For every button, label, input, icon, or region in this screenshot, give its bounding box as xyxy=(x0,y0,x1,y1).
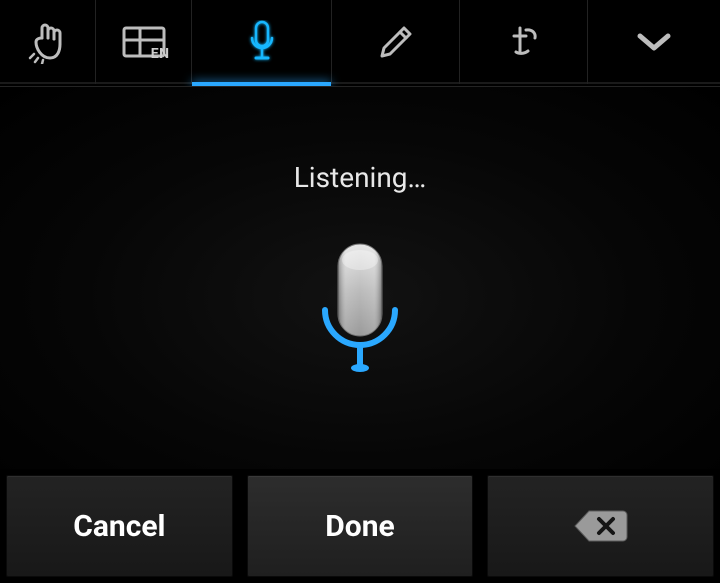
tab-pen[interactable] xyxy=(332,0,460,84)
backspace-button[interactable] xyxy=(487,475,714,577)
tab-touch[interactable] xyxy=(0,0,96,84)
listening-status: Listening… xyxy=(294,161,427,194)
chevron-down-icon xyxy=(636,30,672,54)
done-button-label: Done xyxy=(325,509,394,544)
tab-share[interactable] xyxy=(460,0,588,84)
keyboard-icon: EN xyxy=(122,24,166,60)
cancel-button-label: Cancel xyxy=(73,509,165,544)
backspace-icon xyxy=(573,507,629,545)
microphone-icon xyxy=(247,20,277,64)
voice-panel: Listening… xyxy=(0,86,720,469)
mic-graphic xyxy=(305,240,415,380)
microphone-large-icon xyxy=(305,240,415,380)
keyboard-lang-badge: EN xyxy=(151,46,170,62)
pencil-icon xyxy=(376,22,416,62)
twitter-icon xyxy=(506,22,542,62)
done-button[interactable]: Done xyxy=(247,475,474,577)
footer-bar: Cancel Done xyxy=(0,469,720,583)
pointer-hand-icon xyxy=(28,20,68,64)
cancel-button[interactable]: Cancel xyxy=(6,475,233,577)
input-mode-tabbar: EN xyxy=(0,0,720,84)
tab-keyboard[interactable]: EN xyxy=(96,0,192,84)
tab-collapse[interactable] xyxy=(588,0,720,84)
tab-voice[interactable] xyxy=(192,0,332,84)
